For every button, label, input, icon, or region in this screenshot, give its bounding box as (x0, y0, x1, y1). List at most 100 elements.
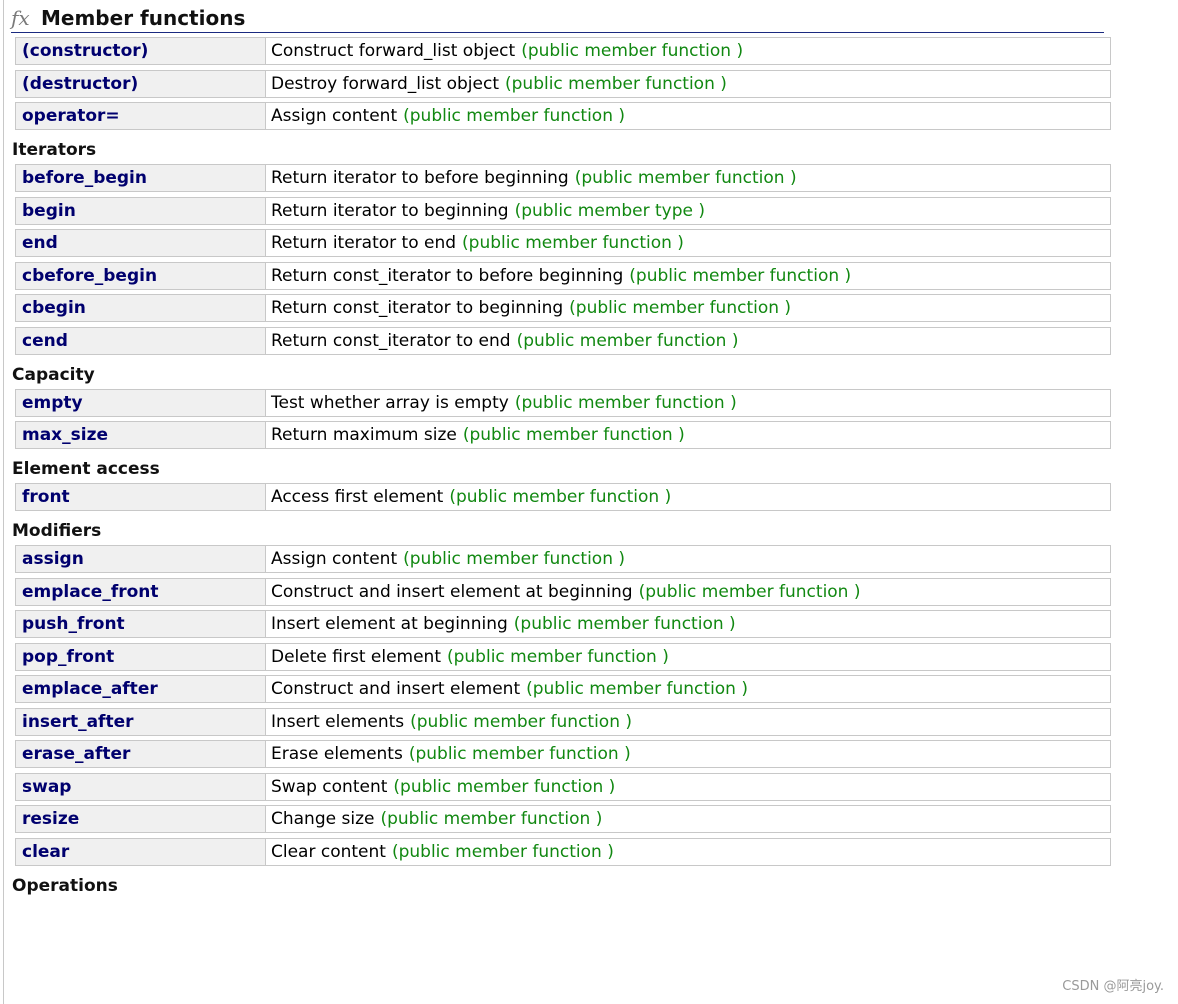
member-description: Test whether array is empty (271, 392, 509, 413)
member-link[interactable]: erase_after (22, 744, 130, 764)
member-link[interactable]: resize (22, 809, 79, 829)
member-name-cell: swap (16, 773, 266, 800)
member-description-cell: Change size (public member function ) (266, 806, 1110, 832)
member-name-cell: push_front (16, 611, 266, 637)
member-description: Return const_iterator to before beginnin… (271, 265, 624, 286)
member-link[interactable]: cend (22, 331, 68, 351)
member-description: Change size (271, 809, 375, 829)
table-row: max_size Return maximum size (public membe… (15, 421, 1111, 449)
member-description-cell: Insert elements (public member function ) (266, 708, 1110, 735)
member-link[interactable]: cbegin (22, 298, 86, 318)
member-description-cell: Return maximum size (public member functi… (266, 422, 1110, 448)
table-row: insert_after Insert elements (public membe… (15, 707, 1111, 736)
table-row: emplace_front Construct and insert elemen… (15, 577, 1111, 606)
member-link[interactable]: operator= (22, 106, 120, 126)
member-description-cell: Assign content (public member function ) (266, 103, 1110, 129)
member-name-cell: before_begin (16, 165, 266, 191)
member-description: Return iterator to end (271, 233, 457, 253)
table-row: before_begin Return iterator to before be… (15, 164, 1111, 192)
member-description-cell: Construct and insert element (public memb… (266, 676, 1110, 702)
member-link[interactable]: emplace_front (22, 582, 159, 602)
table-row: clear Clear content (public member functio… (15, 837, 1111, 866)
member-kind-label: (public member function ) (410, 711, 633, 732)
member-description-cell: Return const_iterator to before beginnin… (266, 262, 1110, 289)
table-row: empty Test whether array is empty (public … (15, 388, 1111, 417)
member-description: Assign content (271, 106, 398, 126)
table-row: cbefore_begin Return const_iterator to be… (15, 261, 1111, 290)
member-kind-label: (public member function ) (516, 330, 739, 351)
member-kind-label: (public member function ) (403, 106, 626, 126)
table-row: cend Return const_iterator to end (public … (15, 326, 1111, 355)
member-description-cell: Insert element at beginning (public membe… (266, 611, 1110, 637)
member-link[interactable]: pop_front (22, 647, 114, 667)
member-link[interactable]: before_begin (22, 168, 147, 188)
member-description-cell: Return iterator to beginning (public memb… (266, 197, 1110, 224)
member-description: Insert elements (271, 711, 405, 732)
member-name-cell: emplace_after (16, 676, 266, 702)
member-description: Construct and insert element at beginnin… (271, 581, 633, 602)
member-link[interactable]: push_front (22, 614, 125, 634)
member-name-cell: begin (16, 197, 266, 224)
member-kind-label: (public member function ) (403, 549, 626, 569)
member-link[interactable]: assign (22, 549, 84, 569)
member-name-cell: empty (16, 389, 266, 416)
section-title: Operations (12, 875, 118, 896)
member-description-cell: Clear content (public member function ) (266, 838, 1110, 865)
member-link[interactable]: begin (22, 201, 76, 221)
member-kind-label: (public member function ) (505, 73, 727, 94)
member-kind-label: (public member function ) (391, 841, 614, 862)
member-description-cell: Delete first element (public member funct… (266, 643, 1110, 670)
member-name-cell: assign (16, 546, 266, 572)
member-link[interactable]: end (22, 233, 58, 253)
member-kind-label: (public member function ) (446, 646, 669, 667)
member-name-cell: cbegin (16, 295, 266, 321)
member-kind-label: (public member function ) (514, 392, 737, 413)
member-kind-label: (public member function ) (569, 298, 792, 318)
member-description: Return iterator to before beginning (271, 168, 569, 188)
member-functions-header: fx Member functions (11, 4, 1104, 33)
member-link[interactable]: emplace_after (22, 679, 158, 699)
member-description-cell: Erase elements (public member function ) (266, 741, 1110, 767)
member-name-cell: pop_front (16, 643, 266, 670)
member-name-cell: front (16, 484, 266, 510)
member-description: Clear content (271, 841, 386, 862)
member-description-cell: Construct forward_list object (public mem… (266, 38, 1110, 64)
member-kind-label: (public member function ) (526, 679, 748, 699)
member-name-cell: end (16, 230, 266, 256)
member-link[interactable]: empty (22, 393, 83, 413)
member-description-cell: Return const_iterator to beginning (publi… (266, 295, 1110, 321)
member-description: Return maximum size (271, 425, 457, 445)
member-description: Construct forward_list object (271, 41, 516, 61)
member-link[interactable]: swap (22, 777, 71, 797)
member-kind-label: (public member function ) (462, 233, 684, 253)
member-description: Return iterator to beginning (271, 200, 509, 221)
member-link[interactable]: max_size (22, 425, 108, 445)
member-kind-label: (public member function ) (393, 776, 616, 797)
member-name-cell: resize (16, 806, 266, 832)
table-row: begin Return iterator to beginning (public… (15, 196, 1111, 225)
member-link[interactable]: clear (22, 842, 69, 862)
table-row: resize Change size (public member function… (15, 805, 1111, 833)
member-description-cell: Assign content (public member function ) (266, 546, 1110, 572)
member-description: Access first element (271, 487, 444, 507)
section-title: Element access (12, 459, 160, 479)
member-link[interactable]: cbefore_begin (22, 266, 157, 286)
member-description: Return const_iterator to end (271, 330, 511, 351)
member-kind-label: (public member function ) (513, 614, 736, 634)
member-link[interactable]: front (22, 487, 70, 507)
member-name-cell: cbefore_begin (16, 262, 266, 289)
member-kind-label: (public member function ) (521, 41, 744, 61)
member-description: Swap content (271, 776, 388, 797)
member-link[interactable]: (constructor) (22, 41, 148, 61)
member-description: Construct and insert element (271, 679, 521, 699)
member-name-cell: insert_after (16, 708, 266, 735)
table-row: (destructor) Destroy forward_list object (… (15, 69, 1111, 98)
member-name-cell: emplace_front (16, 578, 266, 605)
table-row: assign Assign content (public member funct… (15, 545, 1111, 573)
member-description: Erase elements (271, 744, 403, 764)
member-link[interactable]: (destructor) (22, 74, 138, 94)
member-description-cell: Return const_iterator to end (public memb… (266, 327, 1110, 354)
member-name-cell: (constructor) (16, 38, 266, 64)
member-description: Return const_iterator to beginning (271, 298, 564, 318)
member-link[interactable]: insert_after (22, 712, 134, 732)
